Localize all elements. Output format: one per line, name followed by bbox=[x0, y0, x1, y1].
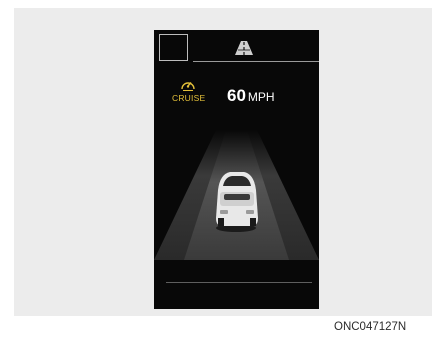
cluster-display: CRUISE 60 MPH bbox=[154, 30, 319, 309]
set-speed: 60 MPH bbox=[227, 86, 275, 106]
info-box bbox=[159, 34, 188, 61]
road-graphic bbox=[154, 130, 319, 260]
cruise-speedometer-icon bbox=[181, 82, 195, 91]
figure-code: ONC047127N bbox=[334, 321, 407, 333]
cruise-label: CRUISE bbox=[172, 93, 206, 103]
car-icon bbox=[216, 172, 258, 232]
speed-value: 60 bbox=[227, 86, 246, 105]
lane-road-icon bbox=[235, 41, 253, 55]
footer-divider bbox=[166, 282, 312, 283]
cruise-indicator: CRUISE bbox=[172, 78, 206, 103]
header-divider bbox=[193, 61, 319, 62]
speed-unit: MPH bbox=[247, 90, 275, 104]
